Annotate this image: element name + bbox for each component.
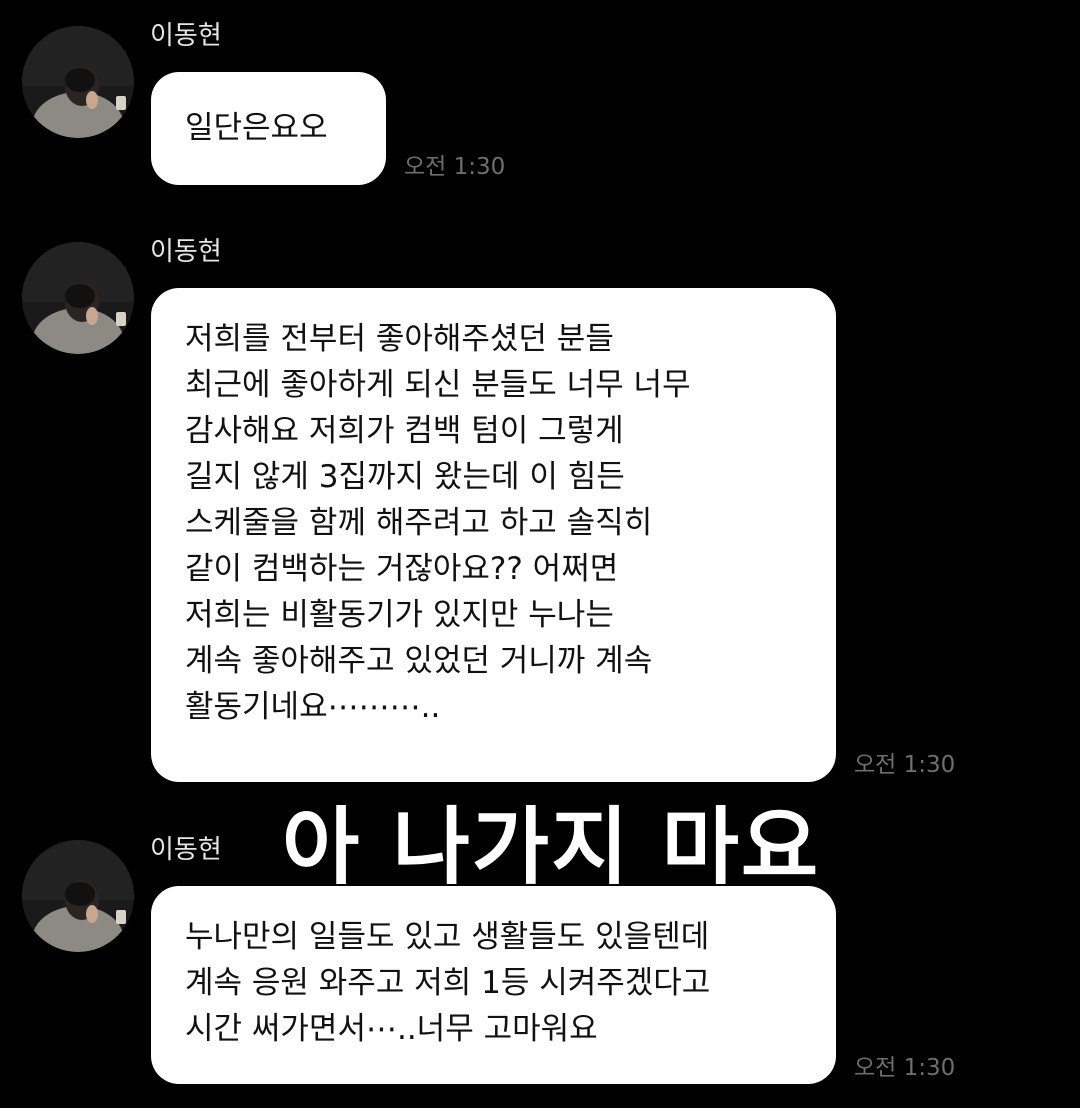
message-line: 계속 응원 와주고 저희 1등 시켜주겠다고 (185, 965, 711, 1001)
message-line: 길지 않게 3집까지 왔는데 이 힘든 (185, 459, 625, 495)
sender-name: 이동현 (150, 835, 222, 865)
message-line: 시간 써가면서⋯..너무 고마워요 (185, 1011, 598, 1047)
message-line: 감사해요 저희가 컴백 텀이 그렇게 (185, 413, 624, 449)
message-timestamp: 오전 1:30 (404, 154, 506, 180)
sender-name: 이동현 (150, 21, 222, 51)
message-bubble[interactable]: 누나만의 일들도 있고 생활들도 있을텐데 계속 응원 와주고 저희 1등 시켜… (151, 886, 836, 1084)
message-line: 저희를 전부터 좋아해주셨던 분들 (185, 321, 614, 357)
profile-photo-avatar (22, 26, 134, 138)
profile-photo-avatar (22, 840, 134, 952)
profile-photo-avatar (22, 242, 134, 354)
message-timestamp: 오전 1:30 (854, 752, 956, 778)
sender-name: 이동현 (150, 237, 222, 267)
message-line: 최근에 좋아하게 되신 분들도 너무 너무 (185, 367, 691, 403)
message-timestamp: 오전 1:30 (854, 1055, 956, 1081)
message-line: 스케줄을 함께 해주려고 하고 솔직히 (185, 505, 653, 541)
message-line: 활동기네요⋯⋯⋯.. (185, 689, 441, 725)
message-line: 일단은요오 (185, 110, 328, 146)
message-line: 누나만의 일들도 있고 생활들도 있을텐데 (185, 919, 710, 955)
message-line: 저희는 비활동기가 있지만 누나는 (185, 597, 614, 633)
sender-avatar[interactable] (22, 242, 134, 354)
message-bubble[interactable]: 일단은요오 (151, 72, 386, 185)
sender-avatar[interactable] (22, 840, 134, 952)
message-line: 같이 컴백하는 거잖아요?? 어쩌면 (185, 551, 619, 587)
message-line: 계속 좋아해주고 있었던 거니까 계속 (185, 643, 653, 679)
message-bubble[interactable]: 저희를 전부터 좋아해주셨던 분들 최근에 좋아하게 되신 분들도 너무 너무 … (151, 288, 836, 782)
chat-screen: 이동현 일단은요오 오전 1:30 이동현 저희를 전부터 좋아해주셨던 분들 … (0, 0, 1080, 1108)
sender-avatar[interactable] (22, 26, 134, 138)
